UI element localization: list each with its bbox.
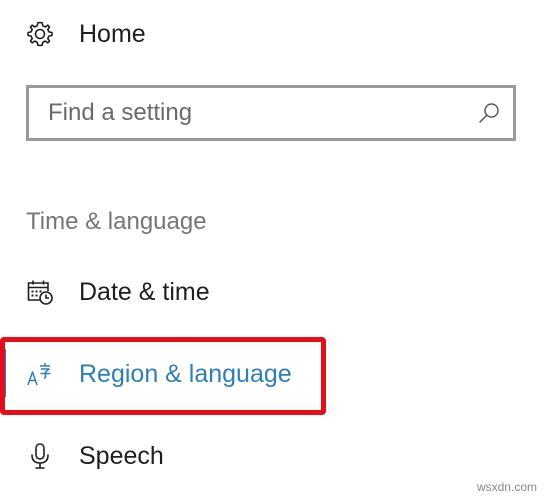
gear-icon	[26, 20, 54, 48]
highlight-annotation	[0, 337, 326, 415]
search-box[interactable]	[26, 85, 516, 141]
watermark: wsxdn.com	[476, 480, 537, 494]
date-time-nav-item[interactable]: Date & time	[0, 270, 547, 314]
settings-sidebar: Home Time & language	[0, 0, 547, 500]
home-nav-item[interactable]: Home	[0, 12, 547, 56]
search-icon[interactable]	[477, 101, 501, 125]
microphone-icon	[26, 442, 54, 470]
home-label: Home	[79, 19, 146, 48]
date-time-label: Date & time	[79, 277, 210, 306]
calendar-clock-icon	[26, 278, 54, 306]
search-input[interactable]	[29, 88, 469, 138]
section-heading: Time & language	[26, 208, 207, 235]
speech-label: Speech	[79, 441, 164, 470]
speech-nav-item[interactable]: Speech	[0, 434, 547, 478]
